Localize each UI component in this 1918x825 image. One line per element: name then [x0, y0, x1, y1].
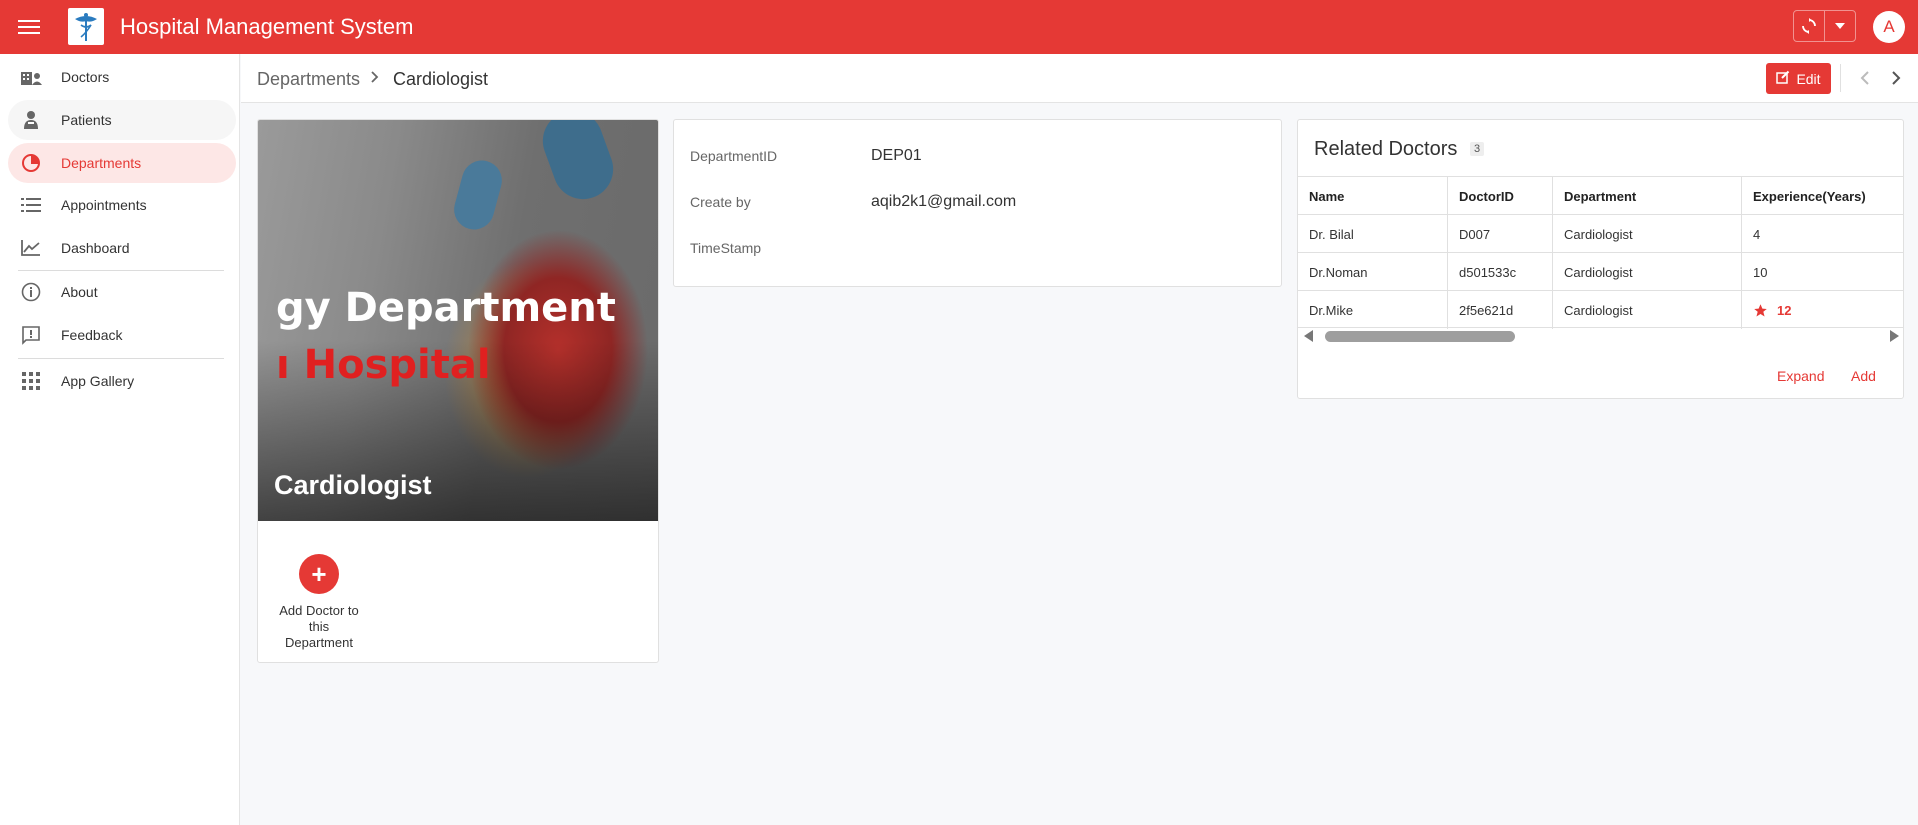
cell-department: Cardiologist — [1553, 291, 1742, 329]
scroll-right-icon[interactable] — [1890, 330, 1899, 342]
department-id-label: DepartmentID — [690, 148, 778, 164]
horizontal-scrollbar[interactable] — [1298, 328, 1903, 344]
banner-text-line-2: ı Hospital — [276, 342, 491, 388]
top-app-bar: Hospital Management System A — [0, 0, 1918, 54]
cell-experience: 10 — [1753, 264, 1768, 280]
page-title: Cardiologist — [393, 69, 489, 89]
column-header-department[interactable]: Department — [1553, 177, 1742, 215]
cell-name: Dr.Mike — [1298, 291, 1448, 329]
toolbar-divider — [1840, 64, 1841, 92]
next-record-button[interactable] — [1884, 66, 1908, 90]
star-icon — [1753, 303, 1768, 318]
table-row[interactable]: Dr.Mike 2f5e621d Cardiologist 12 — [1298, 290, 1903, 329]
cell-department: Cardiologist — [1553, 253, 1742, 291]
department-image-card: gy Department ı Hospital Cardiologist + … — [257, 119, 659, 663]
hospital-logo — [68, 8, 104, 45]
menu-icon[interactable] — [18, 17, 40, 37]
department-details-card: DepartmentID DEP01 Create by aqib2k1@gma… — [673, 119, 1282, 287]
cell-doctor-id: 2f5e621d — [1448, 291, 1553, 329]
sidebar-item-appointments[interactable]: Appointments — [8, 185, 236, 225]
chevron-right-icon — [1892, 71, 1901, 85]
chevron-right-icon — [370, 70, 380, 89]
sidebar-item-label: App Gallery — [61, 373, 135, 389]
sidebar-item-patients[interactable]: Patients — [8, 100, 236, 140]
sidebar-item-label: Departments — [61, 155, 142, 171]
timestamp-label: TimeStamp — [690, 240, 762, 256]
info-icon — [20, 282, 42, 302]
sidebar-item-dashboard[interactable]: Dashboard — [8, 228, 236, 268]
cell-experience: 12 — [1777, 302, 1792, 318]
department-id-value: DEP01 — [871, 147, 922, 164]
grid-apps-icon — [20, 371, 42, 391]
edit-button[interactable]: Edit — [1766, 63, 1831, 94]
cell-experience: 4 — [1753, 226, 1761, 242]
list-icon — [20, 195, 42, 215]
add-button[interactable]: Add — [1851, 368, 1876, 384]
previous-record-button[interactable] — [1853, 66, 1877, 90]
cell-doctor-id: D007 — [1448, 215, 1553, 253]
cell-department: Cardiologist — [1553, 215, 1742, 253]
table-row[interactable]: Dr.Noman d501533c Cardiologist 10 — [1298, 252, 1903, 291]
related-count-badge: 3 — [1470, 142, 1485, 156]
column-header-doctor-id[interactable]: DoctorID — [1448, 177, 1553, 215]
image-caption: Cardiologist — [274, 470, 432, 500]
patient-icon — [20, 110, 42, 130]
breadcrumb-departments[interactable]: Departments — [257, 69, 360, 90]
add-doctor-action[interactable]: + Add Doctor to this Department — [276, 554, 362, 651]
edit-button-label: Edit — [1796, 70, 1821, 87]
sidebar-item-label: Dashboard — [61, 240, 130, 256]
sync-button-group — [1793, 10, 1856, 42]
trend-chart-icon — [20, 238, 42, 258]
scrollbar-thumb[interactable] — [1325, 331, 1515, 342]
feedback-icon — [20, 325, 42, 345]
cell-name: Dr.Noman — [1298, 253, 1448, 291]
sidebar-item-about[interactable]: About — [8, 272, 236, 312]
created-by-label: Create by — [690, 194, 751, 210]
expand-button[interactable]: Expand — [1777, 368, 1824, 384]
sync-icon[interactable] — [1794, 11, 1825, 41]
created-by-value: aqib2k1@gmail.com — [871, 193, 1017, 210]
sidebar-item-label: Patients — [61, 112, 112, 128]
chevron-down-icon[interactable] — [1825, 11, 1855, 41]
cell-doctor-id: d501533c — [1448, 253, 1553, 291]
department-image: gy Department ı Hospital Cardiologist — [258, 120, 658, 521]
related-doctors-title: Related Doctors — [1314, 138, 1458, 160]
cell-name: Dr. Bilal — [1298, 215, 1448, 253]
related-doctors-card: Related Doctors 3 Name DoctorID Departme… — [1297, 119, 1904, 399]
view-header: Departments Cardiologist Edit — [241, 54, 1918, 103]
edit-icon — [1776, 70, 1790, 87]
sidebar-item-doctors[interactable]: Doctors — [8, 57, 236, 97]
sidebar: Doctors Patients Departments Appointment… — [0, 54, 240, 825]
plus-icon[interactable]: + — [299, 554, 339, 594]
sidebar-item-label: Appointments — [61, 197, 147, 213]
app-title: Hospital Management System — [120, 14, 414, 39]
sidebar-divider — [18, 270, 224, 271]
column-header-experience[interactable]: Experience(Years) — [1742, 177, 1903, 215]
sidebar-divider — [18, 358, 224, 359]
sidebar-item-label: Doctors — [61, 69, 110, 85]
sidebar-item-app-gallery[interactable]: App Gallery — [8, 361, 236, 401]
table-header-row: Name DoctorID Department Experience(Year… — [1298, 176, 1903, 215]
sidebar-item-label: About — [61, 284, 98, 300]
banner-text-line-1: gy Department — [276, 285, 616, 331]
avatar[interactable]: A — [1873, 11, 1905, 43]
chevron-left-icon — [1860, 71, 1869, 85]
sidebar-item-departments[interactable]: Departments — [8, 143, 236, 183]
table-row[interactable]: Dr. Bilal D007 Cardiologist 4 — [1298, 214, 1903, 253]
hospital-building-icon — [20, 67, 42, 87]
sidebar-item-feedback[interactable]: Feedback — [8, 315, 236, 355]
column-header-name[interactable]: Name — [1298, 177, 1448, 215]
scroll-left-icon[interactable] — [1304, 330, 1313, 342]
cell-experience-highlight: 12 — [1742, 291, 1903, 329]
sidebar-item-label: Feedback — [61, 327, 123, 343]
pie-chart-icon — [20, 153, 42, 173]
add-doctor-label: Add Doctor to this Department — [279, 603, 359, 650]
